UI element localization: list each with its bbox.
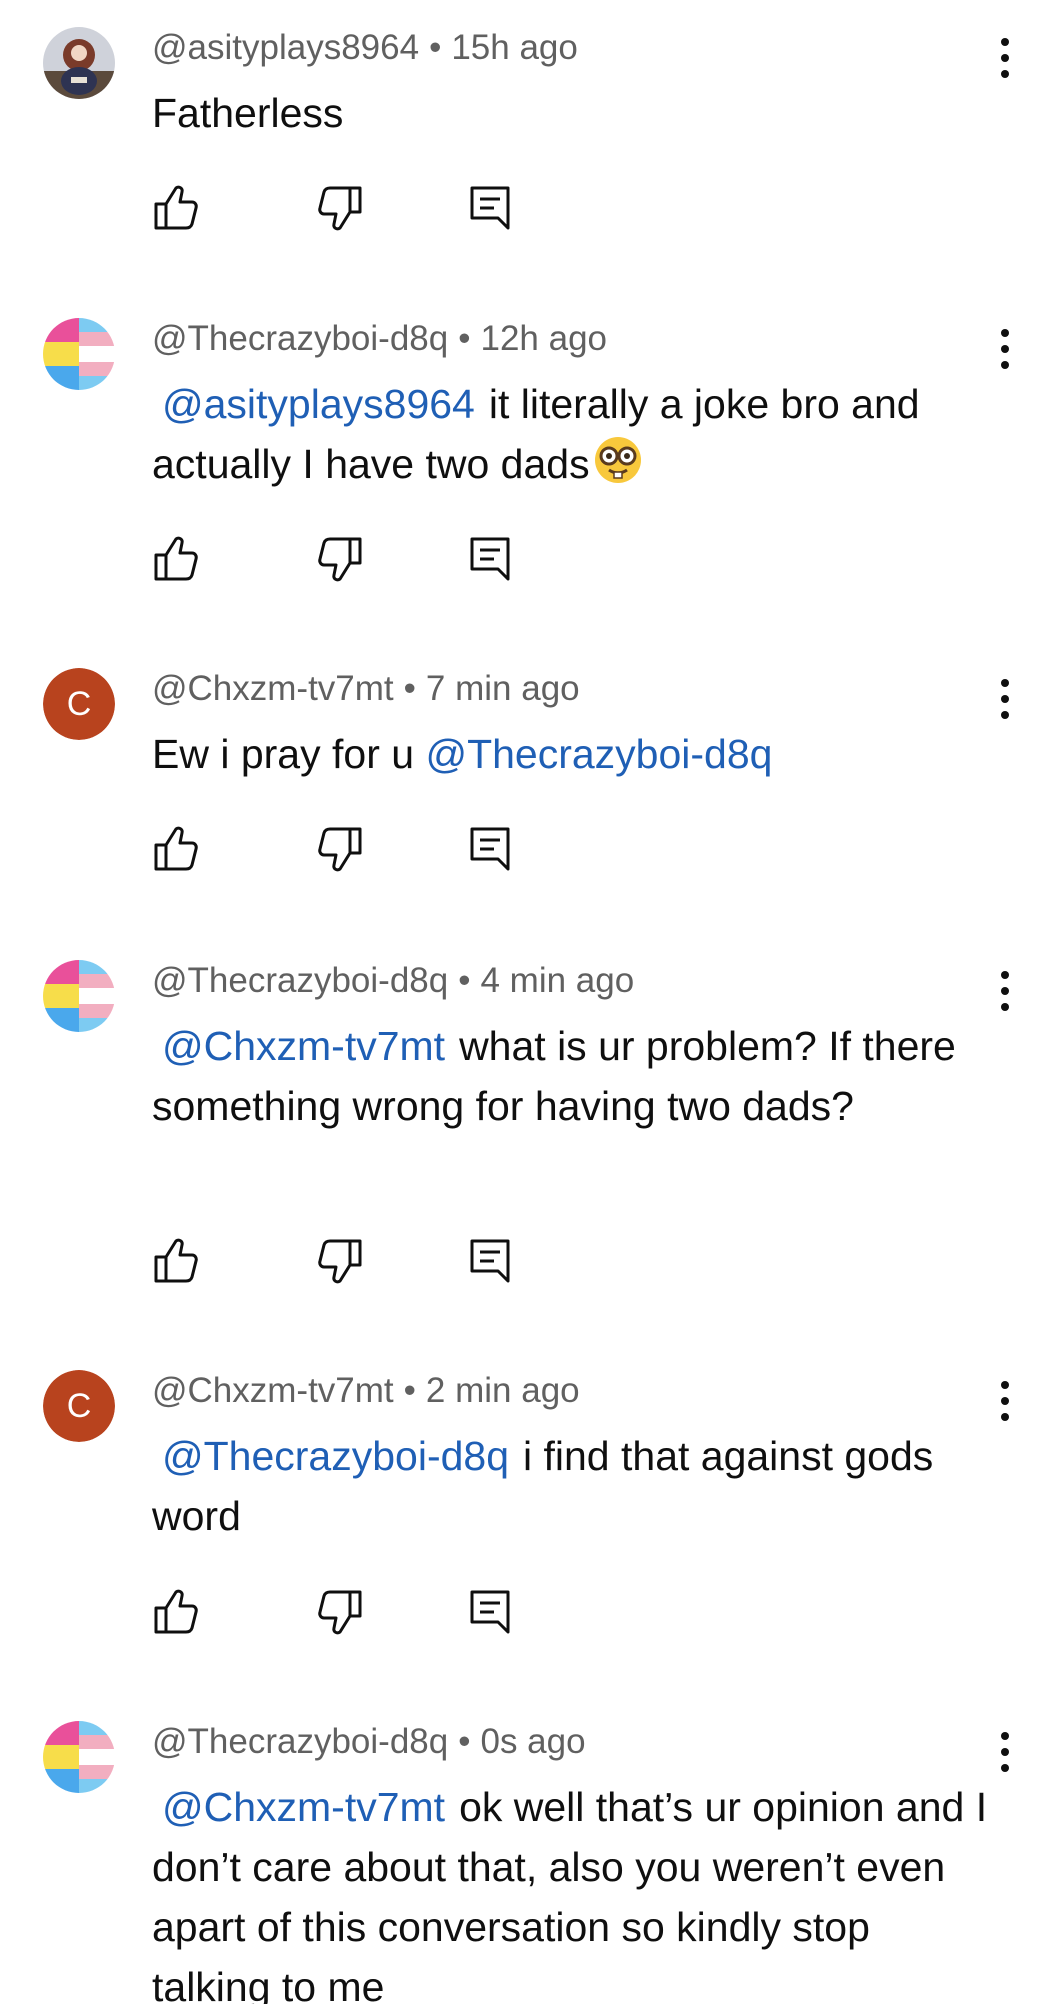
- letter-avatar: C: [43, 668, 115, 740]
- avatar[interactable]: [43, 960, 115, 1032]
- thumbs-up-icon: [154, 185, 198, 230]
- reply-icon: [470, 1239, 510, 1283]
- pride-flag-avatar: [43, 960, 115, 1032]
- author-handle[interactable]: @asityplays8964: [152, 28, 419, 67]
- avatar[interactable]: C: [43, 1370, 115, 1442]
- comment-actions: [152, 182, 532, 234]
- comment-text: @Chxzm-tv7mt what is ur problem? If there…: [152, 1016, 992, 1136]
- dislike-button[interactable]: [316, 182, 364, 234]
- comment-text: @Chxzm-tv7mt ok well that’s ur opinion an…: [152, 1777, 992, 2004]
- dislike-button[interactable]: [316, 1586, 364, 1638]
- comment-text: @asityplays8964 it literally a joke bro a…: [152, 374, 992, 494]
- more-vertical-icon[interactable]: [990, 966, 1020, 1016]
- thumbs-up-icon: [154, 826, 198, 871]
- avatar[interactable]: [43, 27, 115, 99]
- comment-meta: @Chxzm-tv7mt • 7 min ago: [152, 668, 580, 710]
- mention-link[interactable]: @asityplays8964: [152, 381, 489, 427]
- author-handle[interactable]: @Chxzm-tv7mt: [152, 1371, 394, 1410]
- avatar[interactable]: C: [43, 668, 115, 740]
- comment-actions: [152, 823, 532, 875]
- meta-separator: •: [403, 669, 416, 708]
- comment-actions: [152, 1235, 532, 1287]
- comment-meta: @Chxzm-tv7mt • 2 min ago: [152, 1370, 580, 1412]
- comment-text: Fatherless: [152, 83, 992, 143]
- avatar[interactable]: [43, 318, 115, 390]
- thumbs-down-icon: [318, 827, 362, 872]
- comment-time[interactable]: 15h ago: [451, 28, 578, 67]
- dislike-button[interactable]: [316, 533, 364, 585]
- meta-separator: •: [458, 1722, 471, 1761]
- like-button[interactable]: [152, 823, 200, 875]
- like-button[interactable]: [152, 1586, 200, 1638]
- thumbs-down-icon: [318, 537, 362, 582]
- nerd-face-emoji: [592, 434, 644, 486]
- comment-meta: @Thecrazyboi-d8q • 0s ago: [152, 1721, 586, 1763]
- reply-icon: [470, 186, 510, 230]
- author-handle[interactable]: @Chxzm-tv7mt: [152, 669, 394, 708]
- more-vertical-icon[interactable]: [990, 1376, 1020, 1426]
- thumbs-up-icon: [154, 1238, 198, 1283]
- reply-button[interactable]: [466, 182, 514, 234]
- comment-text: Ew i pray for u @Thecrazyboi-d8q: [152, 724, 992, 784]
- reply-button[interactable]: [466, 1235, 514, 1287]
- comment-meta: @asityplays8964 • 15h ago: [152, 27, 578, 69]
- mention-link[interactable]: @Chxzm-tv7mt: [152, 1784, 459, 1830]
- avatar-photo: [43, 27, 115, 99]
- meta-separator: •: [458, 961, 471, 1000]
- comment-text: @Thecrazyboi-d8q i find that against gods…: [152, 1426, 992, 1546]
- reply-icon: [470, 1590, 510, 1634]
- like-button[interactable]: [152, 182, 200, 234]
- comment-meta: @Thecrazyboi-d8q • 12h ago: [152, 318, 607, 360]
- comment-time[interactable]: 2 min ago: [426, 1371, 580, 1410]
- mention-link[interactable]: @Chxzm-tv7mt: [152, 1023, 459, 1069]
- comment-actions: [152, 533, 532, 585]
- comment-meta: @Thecrazyboi-d8q • 4 min ago: [152, 960, 634, 1002]
- meta-separator: •: [429, 28, 442, 67]
- comment-body: Ew i pray for u: [152, 731, 415, 777]
- mention-link[interactable]: @Thecrazyboi-d8q: [425, 731, 772, 777]
- reply-icon: [470, 827, 510, 871]
- thumbs-up-icon: [154, 1589, 198, 1634]
- comment-time[interactable]: 4 min ago: [480, 961, 634, 1000]
- mention-link[interactable]: @Thecrazyboi-d8q: [152, 1433, 523, 1479]
- meta-separator: •: [403, 1371, 416, 1410]
- pride-flag-avatar: [43, 318, 115, 390]
- more-vertical-icon[interactable]: [990, 674, 1020, 724]
- avatar[interactable]: [43, 1721, 115, 1793]
- comment-time[interactable]: 12h ago: [480, 319, 607, 358]
- meta-separator: •: [458, 319, 471, 358]
- reply-button[interactable]: [466, 823, 514, 875]
- pride-flag-avatar: [43, 1721, 115, 1793]
- comment-body: Fatherless: [152, 90, 344, 136]
- comment-time[interactable]: 0s ago: [480, 1722, 585, 1761]
- more-vertical-icon[interactable]: [990, 1727, 1020, 1777]
- thumbs-down-icon: [318, 1590, 362, 1635]
- dislike-button[interactable]: [316, 1235, 364, 1287]
- comment-actions: [152, 1586, 532, 1638]
- like-button[interactable]: [152, 1235, 200, 1287]
- reply-button[interactable]: [466, 1586, 514, 1638]
- comments-thread: @asityplays8964 • 15h ago Fatherless @Th…: [0, 0, 1049, 2004]
- thumbs-up-icon: [154, 536, 198, 581]
- letter-avatar: C: [43, 1370, 115, 1442]
- author-handle[interactable]: @Thecrazyboi-d8q: [152, 961, 448, 1000]
- more-vertical-icon[interactable]: [990, 324, 1020, 374]
- reply-icon: [470, 537, 510, 581]
- comment-time[interactable]: 7 min ago: [426, 669, 580, 708]
- dislike-button[interactable]: [316, 823, 364, 875]
- thumbs-down-icon: [318, 186, 362, 231]
- author-handle[interactable]: @Thecrazyboi-d8q: [152, 1722, 448, 1761]
- like-button[interactable]: [152, 533, 200, 585]
- more-vertical-icon[interactable]: [990, 33, 1020, 83]
- reply-button[interactable]: [466, 533, 514, 585]
- author-handle[interactable]: @Thecrazyboi-d8q: [152, 319, 448, 358]
- thumbs-down-icon: [318, 1239, 362, 1284]
